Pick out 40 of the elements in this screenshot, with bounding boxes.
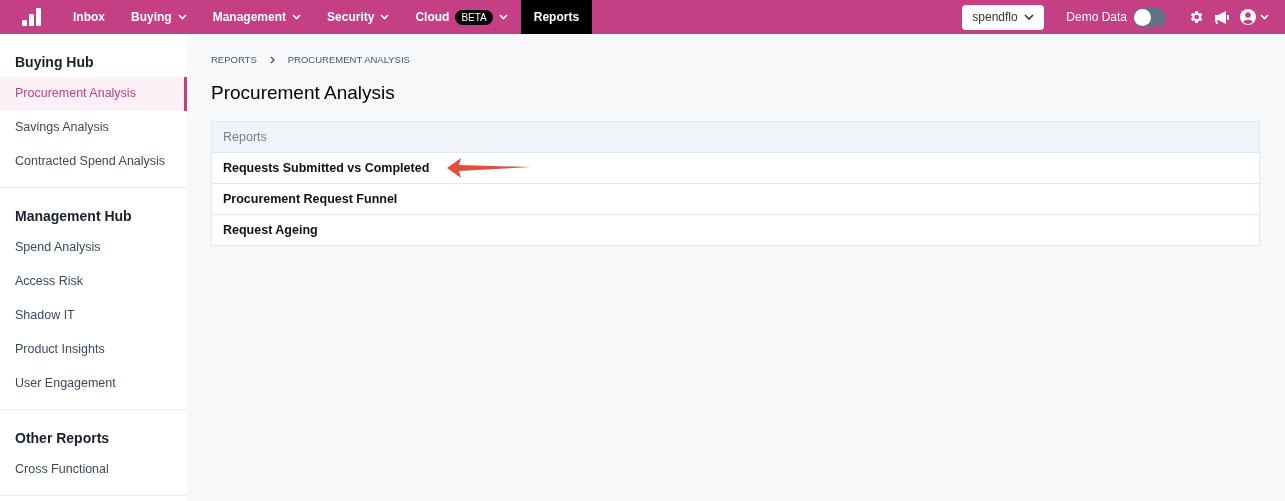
nav-tab[interactable]: Cloud BETA	[402, 0, 521, 34]
sidebar-item[interactable]: Savings Analysis	[0, 111, 187, 145]
bar-chart-logo-icon[interactable]	[22, 8, 42, 26]
sidebar-item[interactable]: Contracted Spend Analysis	[0, 145, 187, 179]
sidebar-item[interactable]: Shadow IT	[0, 299, 187, 333]
nav-tab[interactable]: Reports	[520, 0, 593, 34]
report-link[interactable]: Procurement Request Funnel	[223, 192, 398, 206]
sidebar-item[interactable]: Cross Functional	[0, 453, 187, 487]
breadcrumb-link[interactable]: REPORTS	[211, 54, 257, 65]
nav-tab[interactable]: Buying	[118, 0, 200, 34]
megaphone-icon[interactable]	[1214, 9, 1230, 25]
sidebar-section-title: Other Reports	[14, 430, 111, 446]
sidebar-section-title: Buying Hub	[14, 54, 95, 70]
settings-icon[interactable]	[1188, 9, 1204, 25]
chevron-down-icon[interactable]	[1260, 14, 1269, 20]
nav-tab[interactable]: Inbox	[60, 0, 118, 34]
chevron-down-icon	[1024, 14, 1035, 20]
chevron-right-icon	[269, 55, 275, 64]
demo-data-label: Demo Data	[1066, 10, 1127, 24]
sidebar-item[interactable]: Access Risk	[0, 265, 187, 299]
chevron-down-icon	[292, 14, 302, 20]
page-title: Procurement Analysis	[211, 82, 396, 104]
user-avatar-icon[interactable]	[1240, 9, 1256, 25]
report-link[interactable]: Requests Submitted vs Completed	[223, 161, 430, 175]
sidebar-item[interactable]: Product Insights	[0, 333, 187, 367]
nav-tab[interactable]: Security	[314, 0, 403, 34]
breadcrumb-link[interactable]: PROCUREMENT ANALYSIS	[287, 54, 410, 65]
chevron-down-icon	[380, 14, 390, 20]
demo-data-toggle[interactable]	[1133, 7, 1166, 27]
organization-select[interactable]: spendflo	[962, 4, 1045, 30]
report-link[interactable]: Request Ageing	[223, 223, 318, 237]
chevron-down-icon	[498, 14, 508, 20]
sidebar-item[interactable]: Spend Analysis	[0, 231, 187, 265]
sidebar-item[interactable]: User Engagement	[0, 367, 187, 401]
beta-badge: BETA	[455, 9, 493, 25]
chevron-down-icon	[177, 14, 187, 20]
sidebar-item[interactable]: Procurement Analysis	[0, 77, 187, 111]
table-header: Reports	[212, 122, 1259, 153]
nav-tab[interactable]: Management	[199, 0, 315, 34]
sidebar-section-title: Management Hub	[14, 208, 133, 224]
